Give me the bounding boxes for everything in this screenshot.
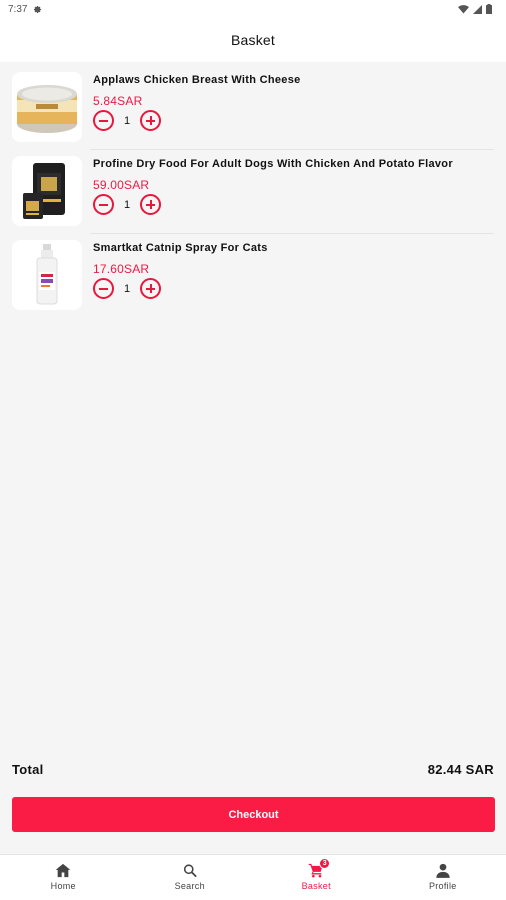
- nav-label-basket: Basket: [301, 881, 331, 891]
- nav-label-home: Home: [50, 881, 76, 891]
- nav-item-search[interactable]: Search: [127, 855, 254, 900]
- decrease-quantity-button[interactable]: [93, 194, 114, 215]
- total-row: Total 82.44 SAR: [12, 762, 494, 777]
- cat-food-tin-icon: [17, 85, 77, 133]
- home-icon: [55, 863, 71, 878]
- basket-item[interactable]: Profine Dry Food For Adult Dogs With Chi…: [0, 150, 506, 234]
- nav-item-profile[interactable]: Profile: [380, 855, 506, 900]
- product-price: 5.84SAR: [93, 94, 143, 108]
- quantity-stepper: 1: [93, 278, 268, 299]
- cart-icon: 3: [308, 858, 331, 878]
- spray-bottle-icon: [36, 244, 58, 305]
- product-image: [12, 240, 82, 310]
- checkout-button[interactable]: Checkout: [12, 797, 495, 832]
- quantity-stepper: 1: [93, 194, 453, 215]
- product-name: Profine Dry Food For Adult Dogs With Chi…: [93, 158, 453, 170]
- product-image: [12, 72, 82, 142]
- decrease-quantity-button[interactable]: [93, 278, 114, 299]
- product-price: 17.60SAR: [93, 262, 150, 276]
- product-name: Smartkat Catnip Spray For Cats: [93, 242, 268, 254]
- product-image: [12, 156, 82, 226]
- status-time: 7:37: [8, 3, 28, 15]
- nav-item-home[interactable]: Home: [0, 855, 127, 900]
- basket-list: Applaws Chicken Breast With Cheese 5.84S…: [0, 66, 506, 318]
- nav-label-search: Search: [174, 881, 205, 891]
- quantity-value: 1: [123, 114, 131, 127]
- increase-quantity-button[interactable]: [140, 278, 161, 299]
- battery-icon: [486, 4, 492, 14]
- increase-quantity-button[interactable]: [140, 194, 161, 215]
- settings-icon: [34, 5, 42, 13]
- product-price: 59.00SAR: [93, 178, 150, 192]
- app-bar: Basket: [0, 18, 506, 62]
- quantity-value: 1: [123, 282, 131, 295]
- search-icon: [182, 863, 198, 878]
- bottom-navigation: Home Search 3 Basket Profile: [0, 854, 506, 900]
- dog-food-bag-icon: [23, 163, 65, 219]
- page-title: Basket: [231, 32, 275, 48]
- nav-item-basket[interactable]: 3 Basket: [253, 855, 380, 900]
- total-label: Total: [12, 762, 44, 777]
- basket-count-badge: 3: [319, 858, 331, 869]
- quantity-value: 1: [123, 198, 131, 211]
- increase-quantity-button[interactable]: [140, 110, 161, 131]
- nav-label-profile: Profile: [428, 881, 457, 891]
- total-value: 82.44 SAR: [427, 762, 494, 777]
- person-icon: [435, 863, 451, 878]
- decrease-quantity-button[interactable]: [93, 110, 114, 131]
- quantity-stepper: 1: [93, 110, 301, 131]
- signal-icon: [473, 4, 482, 14]
- status-bar: 7:37: [0, 0, 506, 18]
- basket-item[interactable]: Smartkat Catnip Spray For Cats 17.60SAR …: [0, 234, 506, 318]
- product-name: Applaws Chicken Breast With Cheese: [93, 74, 301, 86]
- basket-item[interactable]: Applaws Chicken Breast With Cheese 5.84S…: [0, 66, 506, 150]
- wifi-icon: [458, 4, 469, 14]
